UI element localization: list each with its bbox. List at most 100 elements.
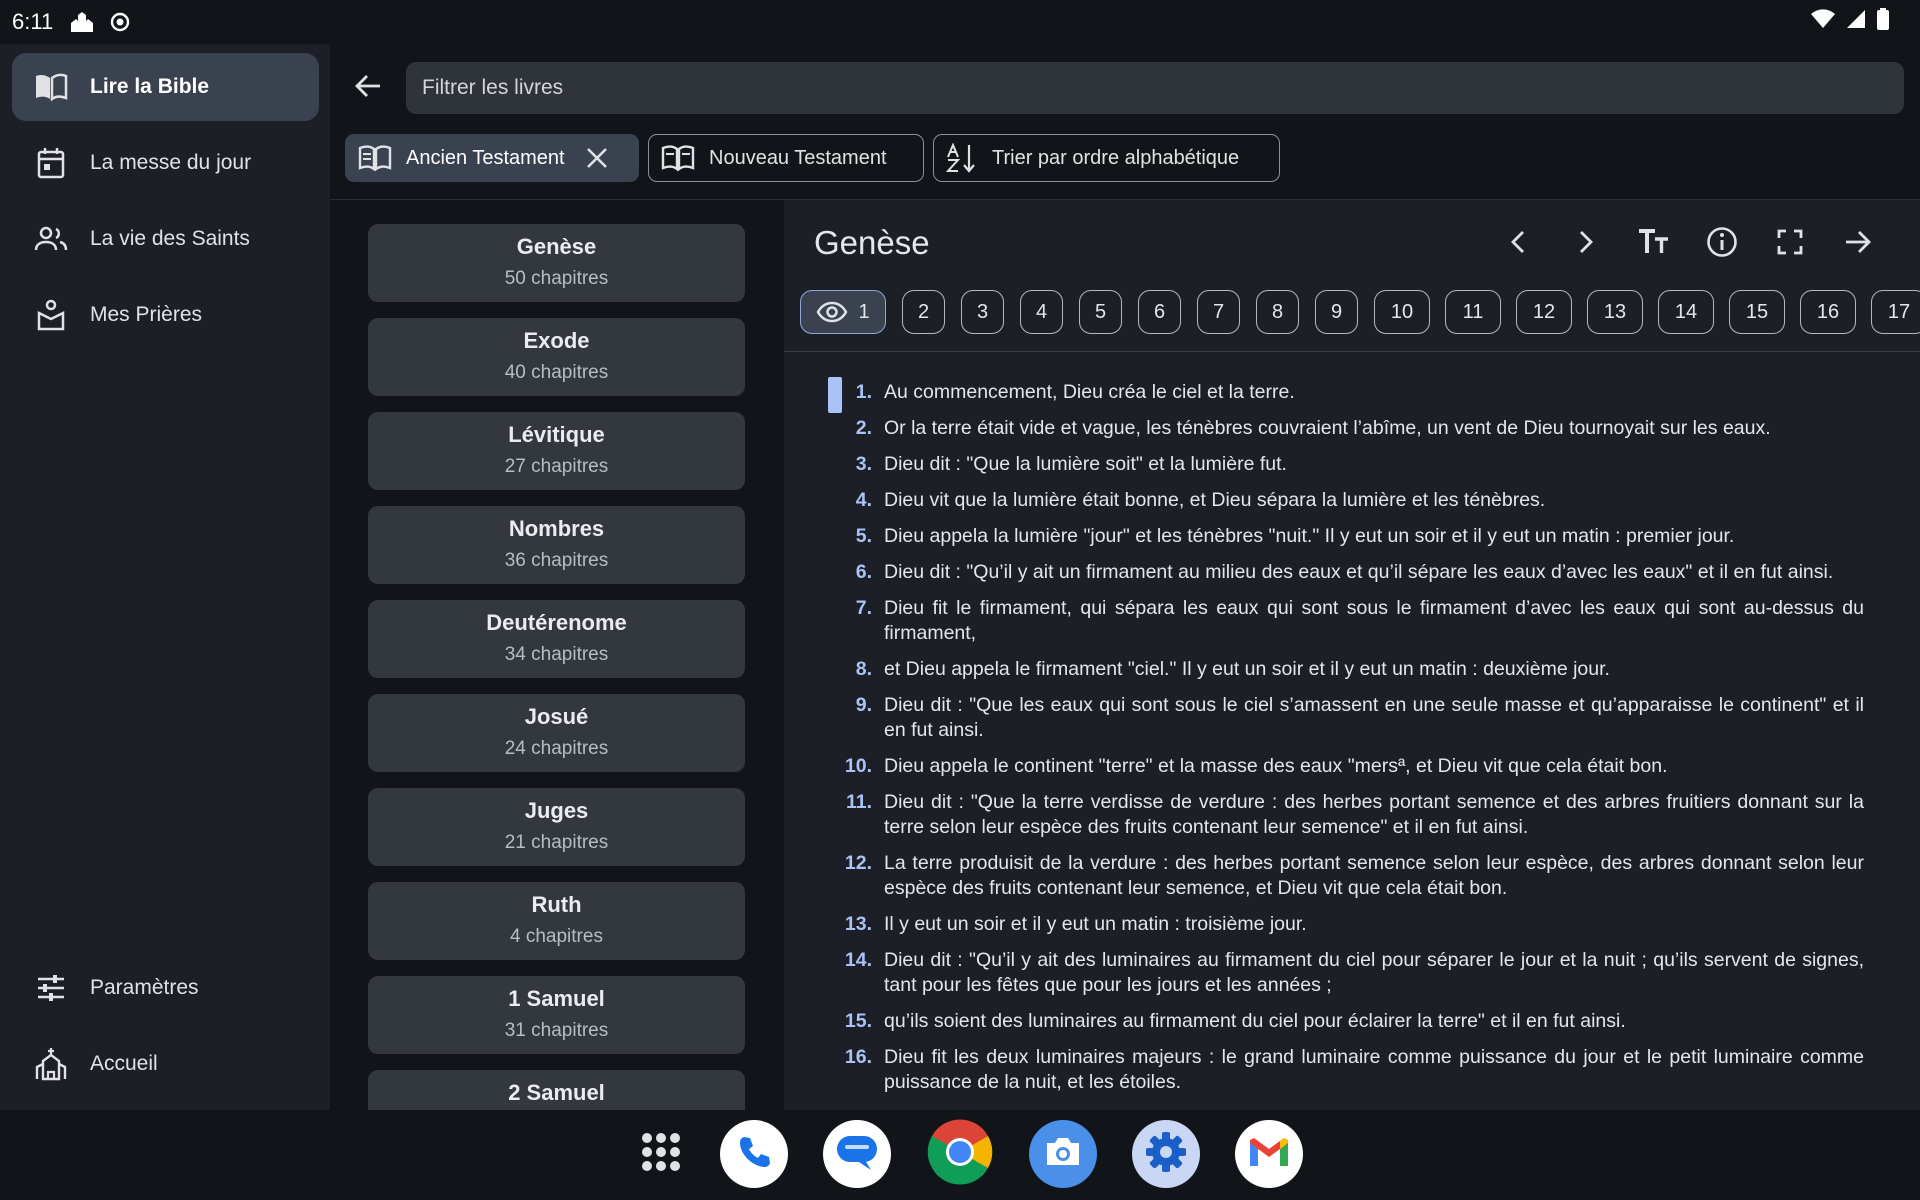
book-item[interactable]: Lévitique 27 chapitres bbox=[368, 412, 745, 490]
gmail-app[interactable] bbox=[1235, 1120, 1303, 1188]
praying-hands-icon bbox=[34, 298, 68, 332]
book-item[interactable]: 1 Samuel 31 chapitres bbox=[368, 976, 745, 1054]
filter-chip-nouveau-testament[interactable]: Nouveau Testament bbox=[648, 134, 924, 182]
chapter-chip[interactable]: 2 bbox=[902, 290, 945, 334]
chapter-chip[interactable]: 5 bbox=[1079, 290, 1122, 334]
verse[interactable]: 13. Il y eut un soir et il y eut un matin… bbox=[814, 912, 1864, 937]
chapter-number: 12 bbox=[1532, 300, 1556, 323]
book-item[interactable]: Juges 21 chapitres bbox=[368, 788, 745, 866]
chapter-number: 8 bbox=[1271, 300, 1284, 323]
chapter-number: 16 bbox=[1816, 300, 1840, 323]
verse[interactable]: 7. Dieu fit le firmament, qui sépara les … bbox=[814, 596, 1864, 646]
nav-item-mes-prieres[interactable]: Mes Prières bbox=[12, 281, 319, 349]
chapter-chip[interactable]: 15 bbox=[1729, 290, 1785, 334]
back-button[interactable] bbox=[346, 66, 390, 110]
book-item[interactable]: Deutérenome 34 chapitres bbox=[368, 600, 745, 678]
sort-chip-alphabetique[interactable]: Trier par ordre alphabétique bbox=[933, 134, 1280, 182]
verse[interactable]: 8. et Dieu appela le firmament "ciel." Il… bbox=[814, 657, 1864, 682]
verse[interactable]: 1. Au commencement, Dieu créa le ciel et … bbox=[814, 380, 1864, 405]
verse[interactable]: 15. qu’ils soient des luminaires au firma… bbox=[814, 1009, 1864, 1034]
book-chapters: 31 chapitres bbox=[504, 1020, 609, 1041]
verse[interactable]: 6. Dieu dit : "Qu’il y ait un firmament a… bbox=[814, 560, 1864, 585]
info-button[interactable] bbox=[1702, 224, 1742, 264]
verse[interactable]: 12. La terre produisit de la verdure : de… bbox=[814, 851, 1864, 901]
verse[interactable]: 11. Dieu dit : "Que la terre verdisse de … bbox=[814, 790, 1864, 840]
book-chapters: 36 chapitres bbox=[504, 550, 609, 571]
search-input[interactable]: Filtrer les livres bbox=[406, 62, 1904, 114]
text-size-button[interactable] bbox=[1634, 224, 1674, 264]
status-bar: 6:11 bbox=[0, 0, 1920, 44]
chapter-number: 10 bbox=[1390, 300, 1414, 323]
nav-label-messe-du-jour: La messe du jour bbox=[90, 151, 252, 174]
chapter-chip[interactable]: 8 bbox=[1256, 290, 1299, 334]
verse-text: Dieu dit : "Que la lumière soit" et la l… bbox=[884, 453, 1287, 475]
reader-divider bbox=[784, 351, 1920, 352]
verse[interactable]: 14. Dieu dit : "Qu’il y ait des luminaire… bbox=[814, 948, 1864, 998]
verse-text: Dieu dit : "Que la terre verdisse de ver… bbox=[884, 791, 1864, 838]
verse[interactable]: 10. Dieu appela le continent "terre" et l… bbox=[814, 754, 1864, 779]
reader-panel: Genèse 1 2 3 4 5 6 7 8 9 10 11 12 13 14 … bbox=[784, 200, 1920, 1110]
app-drawer-button[interactable] bbox=[627, 1120, 695, 1188]
book-chapters: 24 chapitres bbox=[504, 738, 609, 759]
fullscreen-button[interactable] bbox=[1770, 224, 1810, 264]
nav-item-parametres[interactable]: Paramètres bbox=[12, 954, 319, 1022]
chapter-chip[interactable]: 9 bbox=[1315, 290, 1358, 334]
chapter-chip[interactable]: 16 bbox=[1800, 290, 1856, 334]
phone-app[interactable] bbox=[720, 1120, 788, 1188]
nav-item-accueil[interactable]: Accueil bbox=[12, 1030, 319, 1098]
verse-number: 6. bbox=[855, 561, 872, 583]
nav-item-messe-du-jour[interactable]: La messe du jour bbox=[12, 129, 319, 197]
verse-text: Dieu vit que la lumière était bonne, et … bbox=[884, 489, 1546, 511]
book-item[interactable]: Josué 24 chapitres bbox=[368, 694, 745, 772]
verse-text: La terre produisit de la verdure : des h… bbox=[884, 852, 1864, 899]
chapter-number: 15 bbox=[1745, 300, 1769, 323]
church-icon bbox=[34, 1047, 68, 1081]
verse[interactable]: 5. Dieu appela la lumière "jour" et les t… bbox=[814, 524, 1864, 549]
chapter-number: 6 bbox=[1153, 300, 1166, 323]
wifi-icon bbox=[1810, 9, 1836, 35]
chapter-chip[interactable]: 6 bbox=[1138, 290, 1181, 334]
chapter-chip[interactable]: 11 bbox=[1445, 290, 1501, 334]
phone-icon bbox=[736, 1134, 772, 1175]
chapter-chip[interactable]: 3 bbox=[961, 290, 1004, 334]
chapter-number: 4 bbox=[1035, 300, 1048, 323]
verse[interactable]: 3. Dieu dit : "Que la lumière soit" et la… bbox=[814, 452, 1864, 477]
verse[interactable]: 16. Dieu fit les deux luminaires majeurs … bbox=[814, 1045, 1864, 1095]
chapter-number: 13 bbox=[1603, 300, 1627, 323]
forward-button[interactable] bbox=[1838, 224, 1878, 264]
messages-app[interactable] bbox=[823, 1120, 891, 1188]
book-chapters: 40 chapitres bbox=[504, 362, 609, 383]
chapter-chip[interactable]: 13 bbox=[1587, 290, 1643, 334]
nav-item-lire-la-bible[interactable]: Lire la Bible bbox=[12, 53, 319, 121]
chapter-chip[interactable]: 17 bbox=[1871, 290, 1920, 334]
settings-app[interactable] bbox=[1132, 1120, 1200, 1188]
chrome-app[interactable] bbox=[926, 1118, 994, 1190]
next-chapter-button[interactable] bbox=[1566, 224, 1606, 264]
nav-label-accueil: Accueil bbox=[90, 1052, 158, 1075]
camera-app[interactable] bbox=[1029, 1120, 1097, 1188]
chapter-number: 14 bbox=[1674, 300, 1698, 323]
nav-label-vie-des-saints: La vie des Saints bbox=[90, 227, 250, 250]
close-icon[interactable] bbox=[585, 146, 609, 170]
chapter-chip[interactable]: 12 bbox=[1516, 290, 1572, 334]
book-item[interactable]: Ruth 4 chapitres bbox=[368, 882, 745, 960]
filter-chip-ancien-testament[interactable]: Ancien Testament bbox=[345, 134, 639, 182]
nav-item-vie-des-saints[interactable]: La vie des Saints bbox=[12, 205, 319, 273]
chapter-chip[interactable]: 14 bbox=[1658, 290, 1714, 334]
verse-number: 3. bbox=[855, 453, 872, 475]
verse[interactable]: 9. Dieu dit : "Que les eaux qui sont sous… bbox=[814, 693, 1864, 743]
book-item[interactable]: Genèse 50 chapitres bbox=[368, 224, 745, 302]
book-item[interactable]: Nombres 36 chapitres bbox=[368, 506, 745, 584]
chapter-chip-current[interactable]: 1 bbox=[800, 290, 886, 334]
chapter-chip[interactable]: 10 bbox=[1374, 290, 1430, 334]
chapter-chip[interactable]: 7 bbox=[1197, 290, 1240, 334]
chapter-chip[interactable]: 4 bbox=[1020, 290, 1063, 334]
verse-text: Or la terre était vide et vague, les tén… bbox=[884, 417, 1771, 439]
book-item[interactable]: 2 Samuel bbox=[368, 1070, 745, 1110]
chrome-icon bbox=[927, 1118, 993, 1190]
previous-chapter-button[interactable] bbox=[1498, 224, 1538, 264]
verse[interactable]: 2. Or la terre était vide et vague, les t… bbox=[814, 416, 1864, 441]
book-item[interactable]: Exode 40 chapitres bbox=[368, 318, 745, 396]
camera-icon bbox=[1043, 1135, 1083, 1174]
verse[interactable]: 4. Dieu vit que la lumière était bonne, e… bbox=[814, 488, 1864, 513]
